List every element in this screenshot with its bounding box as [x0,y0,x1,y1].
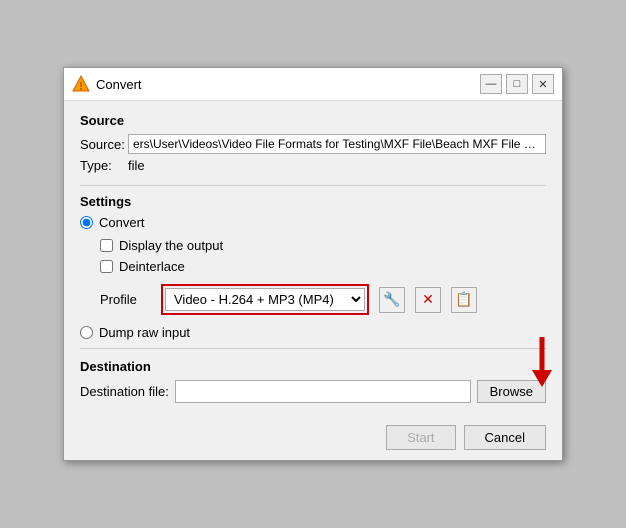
dump-radio[interactable] [80,326,93,339]
deinterlace-row: Deinterlace [100,259,546,274]
profile-delete-button[interactable]: ✕ [415,287,441,313]
dest-row: Destination file: Browse [80,380,546,403]
title-bar: Convert — □ ✕ [64,68,562,101]
divider-1 [80,185,546,186]
minimize-button[interactable]: — [480,74,502,94]
divider-2 [80,348,546,349]
maximize-button[interactable]: □ [506,74,528,94]
dump-radio-row: Dump raw input [80,325,546,340]
source-section: Source Source: ers\User\Videos\Video Fil… [80,113,546,173]
type-label: Type: [80,158,122,173]
convert-radio-row: Convert [80,215,546,230]
display-output-row: Display the output [100,238,546,253]
destination-section: Destination Destination file: Browse [80,359,546,403]
dest-file-label: Destination file: [80,384,169,399]
source-path: ers\User\Videos\Video File Formats for T… [128,134,546,154]
convert-window: Convert — □ ✕ Source Source: ers\User\Vi… [63,67,563,461]
window-content: Source Source: ers\User\Videos\Video Fil… [64,101,562,415]
profile-label: Profile [100,292,155,307]
convert-radio-label: Convert [99,215,145,230]
dump-label: Dump raw input [99,325,190,340]
profile-select-wrapper: Video - H.264 + MP3 (MP4) Video - H.265 … [161,284,369,315]
source-row: Source: ers\User\Videos\Video File Forma… [80,134,546,154]
profile-select[interactable]: Video - H.264 + MP3 (MP4) Video - H.265 … [165,288,365,311]
dest-file-input[interactable] [175,380,471,403]
settings-section: Settings Convert Display the output Dein… [80,194,546,340]
display-output-label: Display the output [119,238,223,253]
browse-button[interactable]: Browse [477,380,546,403]
bottom-bar: Start Cancel [64,415,562,460]
profile-row: Profile Video - H.264 + MP3 (MP4) Video … [100,284,546,315]
type-row: Type: file [80,158,546,173]
profile-new-button[interactable]: 📋 [451,287,477,313]
deinterlace-label: Deinterlace [119,259,185,274]
cancel-button[interactable]: Cancel [464,425,546,450]
deinterlace-checkbox[interactable] [100,260,113,273]
window-controls: — □ ✕ [480,74,554,94]
app-icon [72,75,90,93]
profile-settings-button[interactable]: 🔧 [379,287,405,313]
source-section-label: Source [80,113,546,128]
display-output-checkbox[interactable] [100,239,113,252]
dest-section-label: Destination [80,359,546,374]
source-label: Source: [80,137,122,152]
start-button[interactable]: Start [386,425,455,450]
type-value: file [128,158,145,173]
convert-radio[interactable] [80,216,93,229]
close-button[interactable]: ✕ [532,74,554,94]
window-title: Convert [96,77,480,92]
settings-section-label: Settings [80,194,546,209]
